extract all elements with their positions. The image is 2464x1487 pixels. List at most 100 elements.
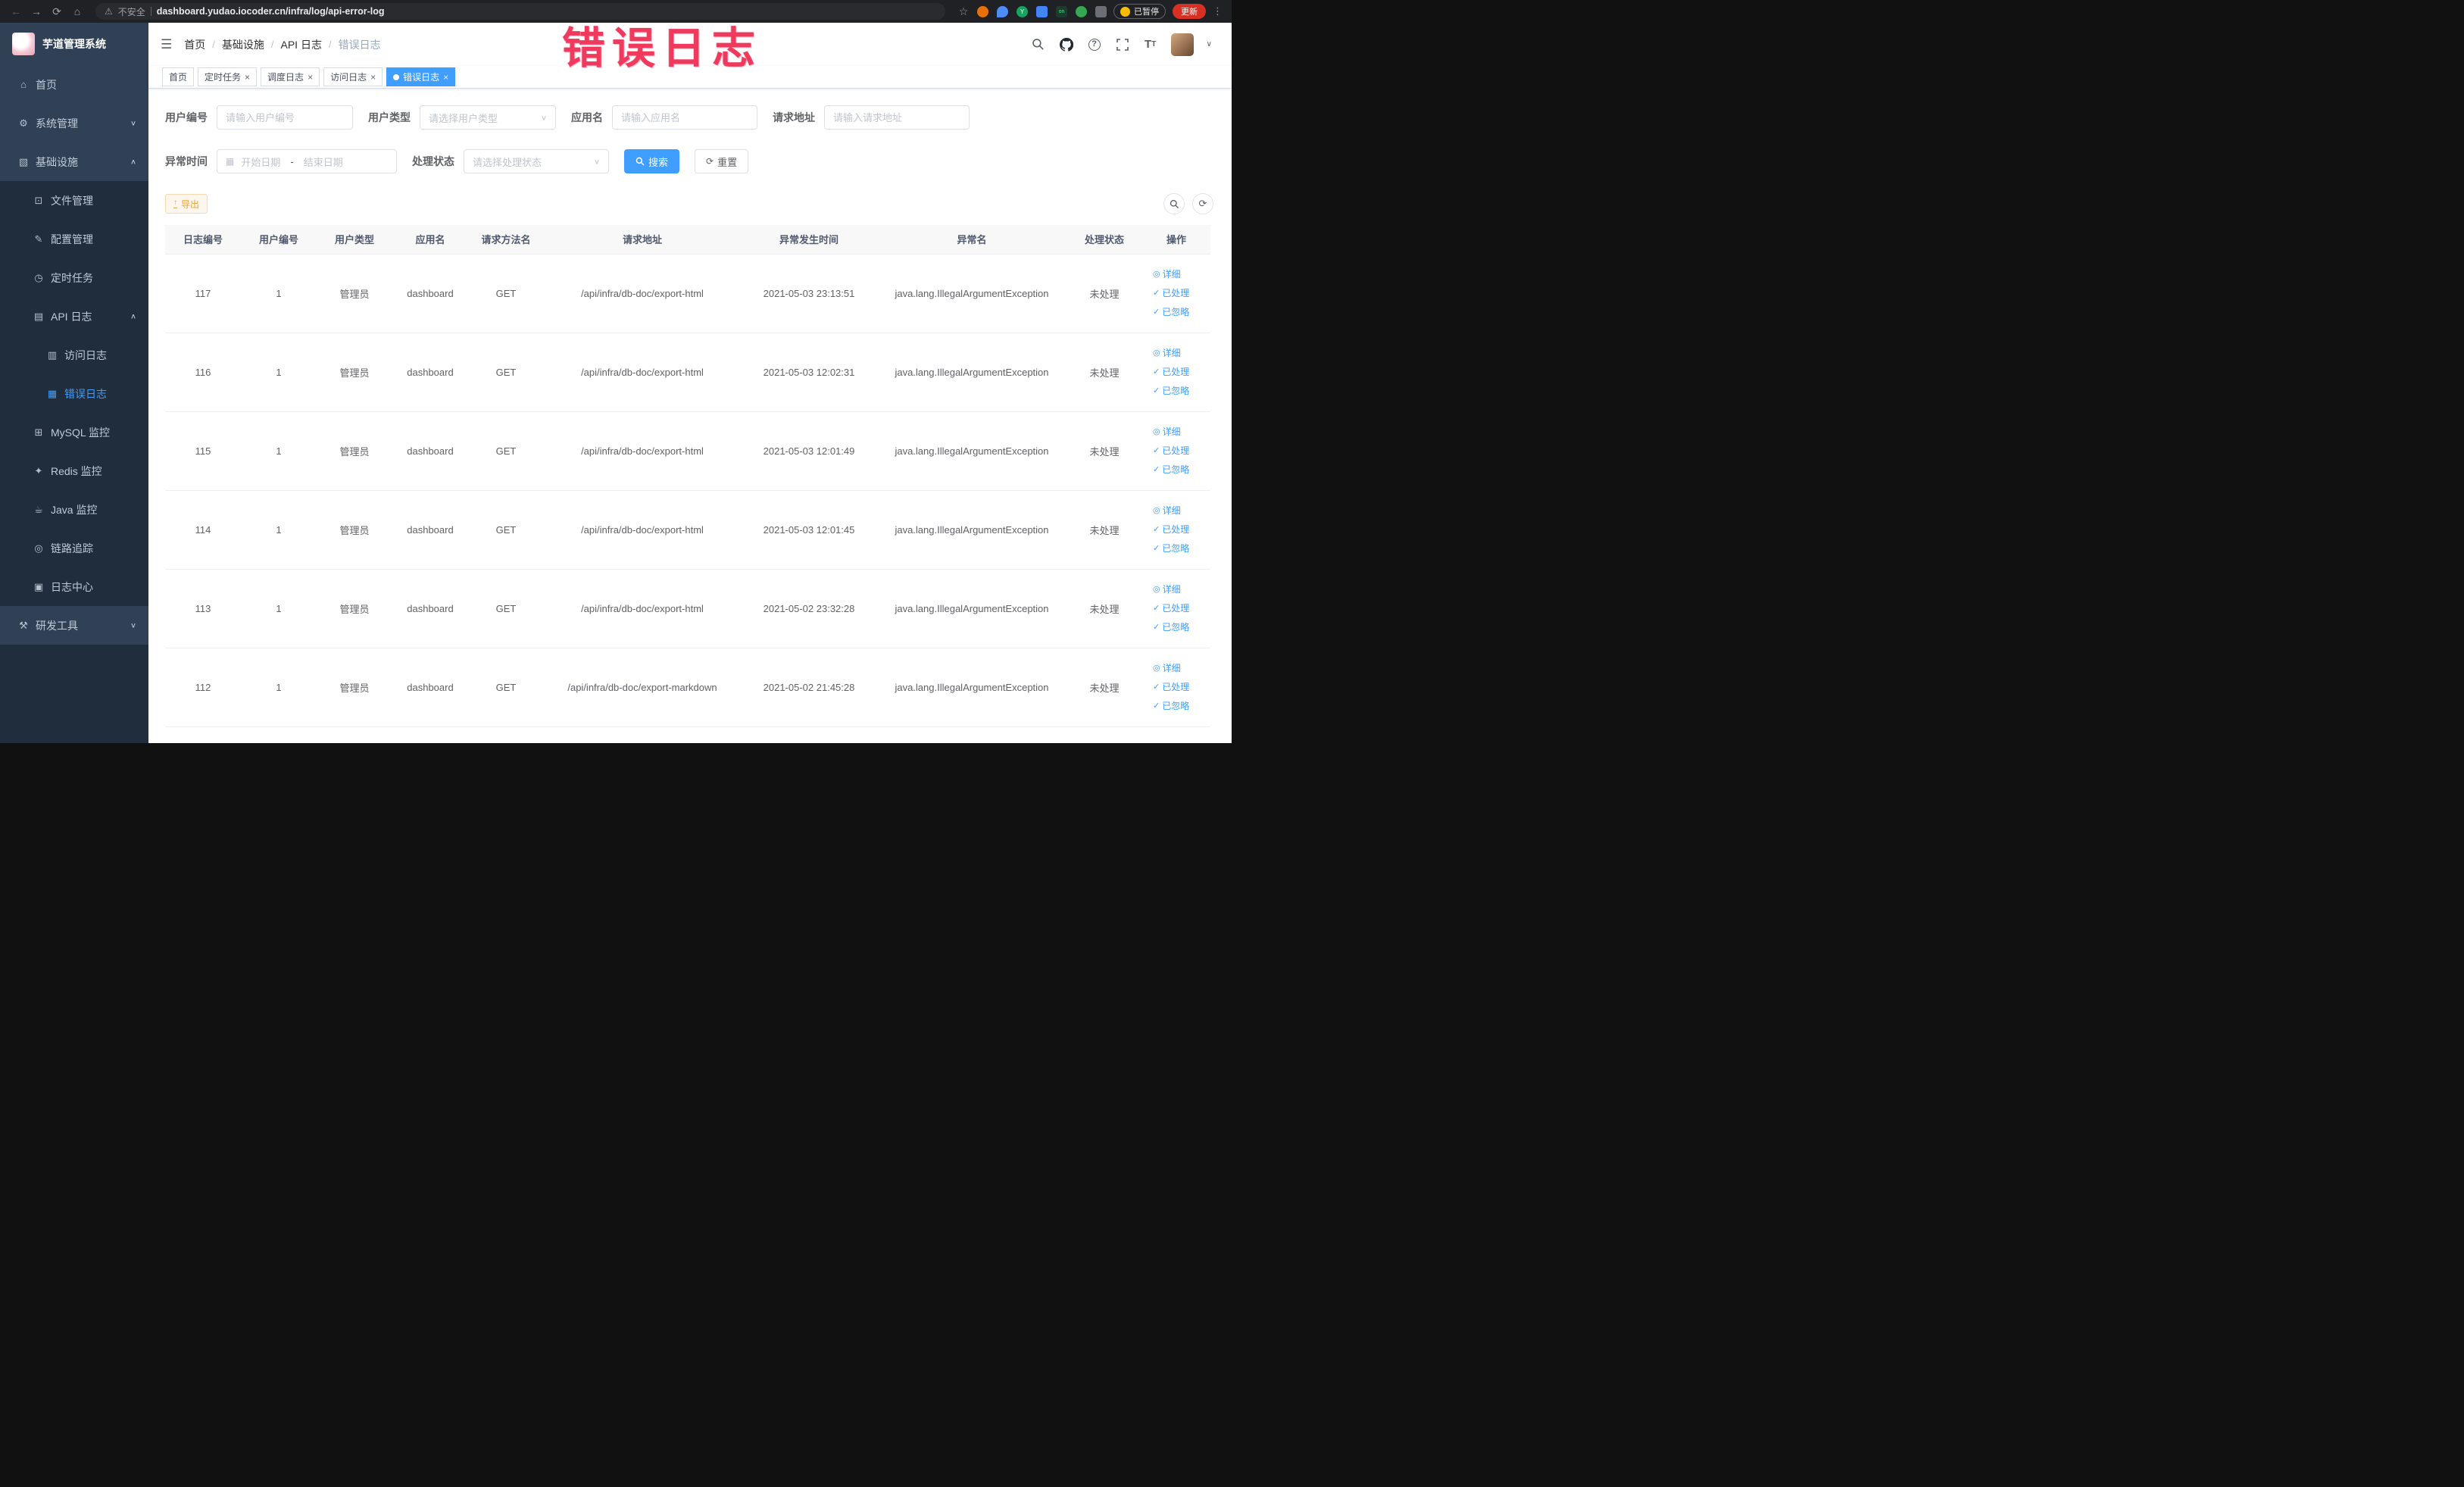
- fullscreen-icon[interactable]: [1115, 37, 1130, 52]
- tab-错误日志[interactable]: 错误日志 ×: [386, 67, 456, 86]
- sidebar-item-file-mgmt[interactable]: ⊡ 文件管理: [0, 181, 148, 220]
- extension-icon[interactable]: [1036, 5, 1048, 17]
- mark-ignored-link[interactable]: ✓ 已忽略: [1153, 539, 1189, 558]
- sidebar-item-config-mgmt[interactable]: ✎ 配置管理: [0, 220, 148, 258]
- breadcrumb-item[interactable]: 首页: [184, 37, 205, 52]
- sidebar-item-dev-tools[interactable]: ⚒ 研发工具 ∨: [0, 606, 148, 645]
- app-name-input[interactable]: [612, 105, 757, 130]
- breadcrumb-item[interactable]: 基础设施: [222, 37, 264, 52]
- sidebar-item-scheduled-tasks[interactable]: ◷ 定时任务: [0, 258, 148, 297]
- tab-调度日志[interactable]: 调度日志 ×: [261, 67, 320, 86]
- refresh-button[interactable]: ⟳: [1192, 193, 1213, 214]
- sidebar-item-java-monitor[interactable]: ☕ Java 监控: [0, 490, 148, 529]
- tab-访问日志[interactable]: 访问日志 ×: [323, 67, 383, 86]
- cell-method: GET: [468, 254, 544, 333]
- process-status-select[interactable]: 请选择处理状态 ∨: [464, 149, 609, 173]
- sidebar-item-log-center[interactable]: ▣ 日志中心: [0, 567, 148, 606]
- mark-ignored-link[interactable]: ✓ 已忽略: [1153, 303, 1189, 321]
- close-icon[interactable]: ×: [370, 73, 376, 82]
- reload-button[interactable]: ⟳: [50, 5, 64, 18]
- mark-ignored-link[interactable]: ✓ 已忽略: [1153, 618, 1189, 636]
- mark-ignored-link[interactable]: ✓ 已忽略: [1153, 461, 1189, 479]
- detail-link[interactable]: ◎ 详细: [1153, 501, 1181, 520]
- user-type-select[interactable]: 请选择用户类型 ∨: [420, 105, 556, 130]
- avatar-dropdown-icon[interactable]: ∨: [1207, 40, 1212, 48]
- mark-ignored-link[interactable]: ✓ 已忽略: [1153, 697, 1189, 715]
- sidebar-item-access-log[interactable]: ▥ 访问日志: [0, 336, 148, 374]
- search-button[interactable]: 搜索: [624, 149, 680, 173]
- tab-定时任务[interactable]: 定时任务 ×: [198, 67, 258, 86]
- mark-ignored-link[interactable]: ✓ 已忽略: [1153, 382, 1189, 400]
- row-actions: ◎ 详细 ✓ 已处理 ✓ 已忽略: [1145, 344, 1207, 400]
- extension-icon[interactable]: [1076, 5, 1087, 17]
- browser-home-button[interactable]: ⌂: [70, 5, 84, 17]
- font-size-icon[interactable]: TT: [1143, 37, 1158, 52]
- extensions-puzzle-icon[interactable]: [1095, 5, 1107, 17]
- extension-icon[interactable]: [977, 5, 988, 17]
- search-button-label: 搜索: [648, 156, 669, 168]
- action-label: 详细: [1162, 348, 1181, 358]
- cell-app_name: dashboard: [392, 569, 468, 648]
- avatar[interactable]: [1170, 33, 1194, 56]
- extension-icon[interactable]: [997, 5, 1008, 17]
- update-button[interactable]: 更新: [1173, 4, 1206, 19]
- check-icon: ✓: [1153, 367, 1160, 376]
- detail-link[interactable]: ◎ 详细: [1153, 659, 1181, 677]
- detail-link[interactable]: ◎ 详细: [1153, 344, 1181, 362]
- mark-processed-link[interactable]: ✓ 已处理: [1153, 363, 1189, 381]
- reset-button[interactable]: ⟳ 重置: [695, 149, 749, 173]
- detail-link[interactable]: ◎ 详细: [1153, 423, 1181, 441]
- help-icon[interactable]: ?: [1087, 37, 1102, 52]
- sidebar-item-redis-monitor[interactable]: ✦ Redis 监控: [0, 451, 148, 490]
- row-actions: ◎ 详细 ✓ 已处理 ✓ 已忽略: [1145, 580, 1207, 636]
- close-icon[interactable]: ×: [443, 73, 448, 82]
- exception-time-range[interactable]: ▦ 开始日期 - 结束日期: [217, 149, 397, 173]
- mark-processed-link[interactable]: ✓ 已处理: [1153, 678, 1189, 696]
- sidebar-item-label: Java 监控: [51, 503, 98, 516]
- sidebar-item-error-log[interactable]: ▦ 错误日志: [0, 374, 148, 413]
- sidebar-item-system-mgmt[interactable]: ⚙ 系统管理 ∨: [0, 104, 148, 142]
- extension-icon[interactable]: on: [1056, 5, 1067, 17]
- detail-link[interactable]: ◎ 详细: [1153, 265, 1181, 283]
- cell-method: GET: [468, 333, 544, 412]
- cell-method: GET: [468, 648, 544, 727]
- sidebar-item-infrastructure[interactable]: ▧ 基础设施 ∧: [0, 142, 148, 181]
- cell-id: 113: [165, 569, 241, 648]
- export-button[interactable]: ↑ 导出: [165, 194, 208, 214]
- extensions-area: Y on: [977, 5, 1107, 17]
- request-url-input[interactable]: [824, 105, 970, 130]
- hide-search-button[interactable]: [1163, 193, 1185, 214]
- logo[interactable]: 芋道管理系统: [0, 23, 148, 65]
- forward-button[interactable]: →: [30, 5, 43, 17]
- paused-profile-chip[interactable]: 已暂停: [1113, 4, 1166, 19]
- tab-首页[interactable]: 首页: [162, 67, 195, 86]
- close-icon[interactable]: ×: [245, 73, 250, 82]
- hamburger-icon[interactable]: ☰: [161, 37, 172, 52]
- bookmark-star-icon[interactable]: ☆: [957, 5, 970, 18]
- search-icon[interactable]: [1031, 37, 1046, 52]
- user-id-label: 用户编号: [165, 111, 208, 123]
- sidebar-item-label: 文件管理: [51, 194, 93, 207]
- address-bar[interactable]: ⚠ 不安全 dashboard.yudao.iocoder.cn/infra/l…: [95, 3, 945, 20]
- browser-menu-icon[interactable]: ⋮: [1213, 5, 1223, 17]
- sidebar-item-mysql-monitor[interactable]: ⊞ MySQL 监控: [0, 413, 148, 451]
- user-id-input[interactable]: [217, 105, 353, 130]
- detail-link[interactable]: ◎ 详细: [1153, 580, 1181, 598]
- back-button[interactable]: ←: [9, 5, 23, 17]
- trace-icon: ◎: [34, 542, 43, 554]
- cell-status: 未处理: [1066, 333, 1142, 412]
- sidebar-item-api-log[interactable]: ▤ API 日志 ∧: [0, 297, 148, 336]
- mark-processed-link[interactable]: ✓ 已处理: [1153, 599, 1189, 617]
- tab-label: 调度日志: [267, 72, 304, 83]
- mark-processed-link[interactable]: ✓ 已处理: [1153, 442, 1189, 460]
- close-icon[interactable]: ×: [308, 73, 313, 82]
- mark-processed-link[interactable]: ✓ 已处理: [1153, 284, 1189, 302]
- sidebar-item-trace[interactable]: ◎ 链路追踪: [0, 529, 148, 567]
- extension-icon[interactable]: Y: [1017, 5, 1028, 17]
- filter-row-1: 用户编号 用户类型 请选择用户类型 ∨ 应用名: [165, 105, 1213, 130]
- cell-id: 115: [165, 411, 241, 491]
- breadcrumb-item[interactable]: API 日志: [281, 37, 322, 52]
- sidebar-item-home[interactable]: ⌂ 首页: [0, 65, 148, 104]
- mark-processed-link[interactable]: ✓ 已处理: [1153, 520, 1189, 539]
- github-icon[interactable]: [1059, 37, 1074, 52]
